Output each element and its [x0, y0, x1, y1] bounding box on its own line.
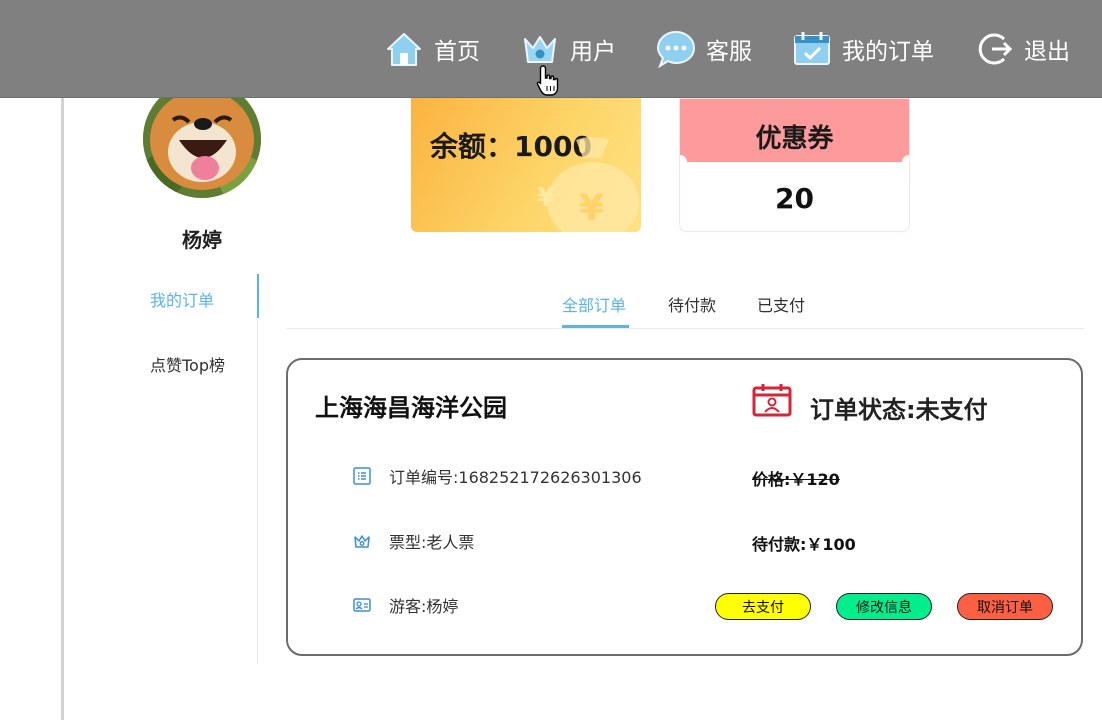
- tab-paid[interactable]: 已支付: [757, 292, 805, 316]
- nav-home-label: 首页: [434, 38, 480, 65]
- side-item-my-orders[interactable]: 我的订单: [150, 287, 258, 311]
- home-icon: [387, 32, 421, 66]
- ticket-type-row: 票型:老人票: [353, 529, 474, 553]
- ticket-type: 票型:老人票: [389, 533, 475, 552]
- nav-service-label: 客服: [706, 38, 752, 65]
- visitor-name: 游客:杨婷: [389, 597, 459, 616]
- calendar-check-icon: [794, 31, 830, 65]
- nav-my-orders[interactable]: 我的订单: [792, 29, 934, 69]
- chat-bubble-icon: [656, 30, 696, 68]
- pay-button[interactable]: 去支付: [715, 593, 811, 620]
- coupon-notch-right: [902, 155, 909, 169]
- balance-card: 余额：1000 ¥ ¥: [411, 98, 641, 232]
- amount-due: 待付款:￥100: [752, 535, 856, 554]
- coupon-card: 优惠券 20: [679, 98, 910, 232]
- cancel-order-button[interactable]: 取消订单: [957, 593, 1053, 620]
- id-card-icon: [353, 598, 371, 612]
- side-active-indicator: [257, 274, 259, 318]
- list-icon: [353, 467, 371, 485]
- nav-logout-label: 退出: [1024, 38, 1070, 65]
- edit-info-button[interactable]: 修改信息: [836, 593, 932, 620]
- park-name: 上海海昌海洋公园: [315, 394, 507, 422]
- order-number-row: 订单编号:168252172626301306: [353, 464, 642, 488]
- svg-text:¥: ¥: [537, 183, 555, 213]
- visitor-row: 游客:杨婷: [353, 593, 458, 617]
- tab-pending-payment[interactable]: 待付款: [668, 292, 716, 316]
- coupon-notch-left: [680, 155, 687, 169]
- tab-all-orders[interactable]: 全部订单: [562, 292, 626, 316]
- svg-text:¥: ¥: [579, 188, 604, 229]
- logout-icon: [978, 33, 1013, 64]
- coupon-title: 优惠券: [755, 124, 834, 154]
- crown-icon: [354, 535, 370, 548]
- nav-user[interactable]: 用户: [520, 29, 616, 69]
- nav-logout[interactable]: 退出: [974, 29, 1070, 69]
- order-number: 订单编号:168252172626301306: [389, 468, 642, 487]
- side-menu: 我的订单 点赞Top榜: [150, 272, 259, 664]
- calendar-user-icon: [752, 384, 792, 417]
- order-card: 上海海昌海洋公园 订单状态:未支付 订单编号:16825217262630130…: [286, 358, 1083, 656]
- nav-my-orders-label: 我的订单: [842, 38, 934, 65]
- nav-service[interactable]: 客服: [656, 29, 752, 69]
- crown-icon: [524, 35, 556, 63]
- coupon-count: 20: [775, 182, 814, 215]
- profile-name: 杨婷: [182, 228, 222, 252]
- side-item-top-likes[interactable]: 点赞Top榜: [150, 352, 258, 376]
- nav-home[interactable]: 首页: [384, 29, 480, 69]
- money-bag-icon: ¥ ¥: [537, 137, 639, 232]
- order-status: 订单状态:未支付: [810, 396, 988, 424]
- nav-user-label: 用户: [570, 38, 616, 65]
- order-tabs: 全部订单 待付款 已支付: [286, 286, 1084, 329]
- hand-pointer-cursor-icon: [536, 65, 559, 96]
- original-price: 价格:￥120: [752, 470, 840, 489]
- left-border-line: [61, 0, 64, 720]
- tab-active-indicator: [562, 325, 629, 328]
